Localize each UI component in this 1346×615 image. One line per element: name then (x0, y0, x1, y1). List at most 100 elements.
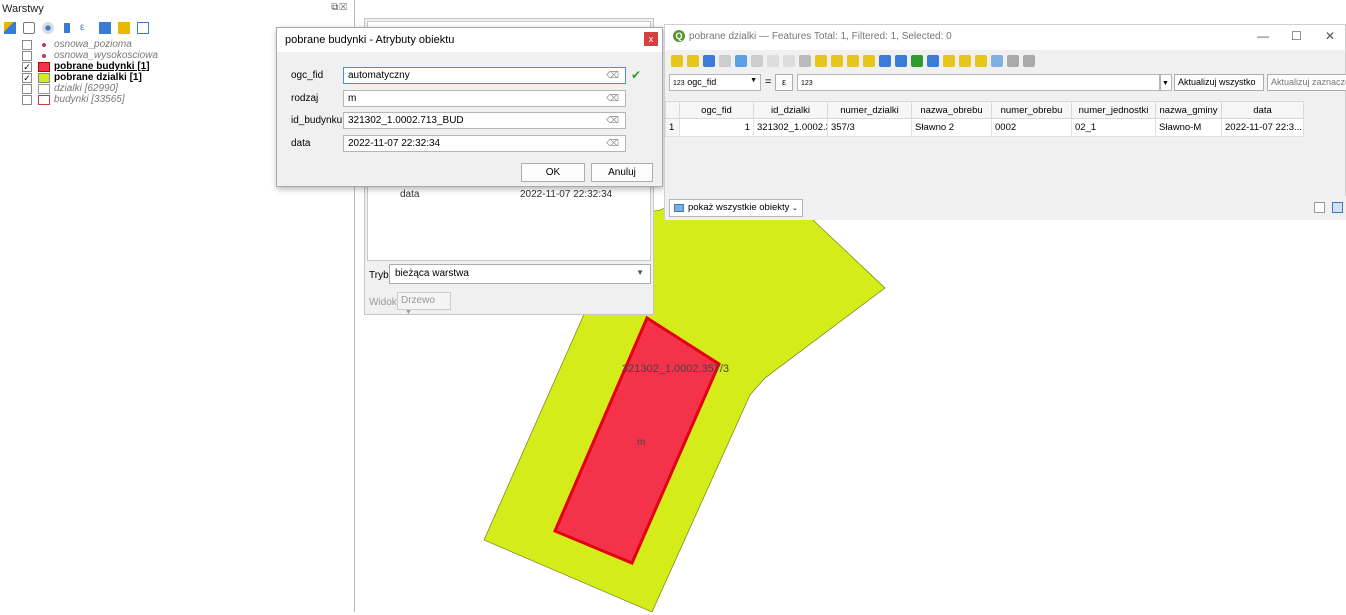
table-cell[interactable]: Sławno-M (1155, 118, 1222, 137)
layer-visibility-checkbox[interactable]: ✓ (22, 61, 32, 72)
filter-funnel-icon[interactable] (61, 22, 73, 34)
table-cell[interactable]: 357/3 (827, 118, 912, 137)
edit-pencil-icon (38, 61, 50, 72)
update-all-button[interactable]: Aktualizuj wszystko (1174, 74, 1264, 91)
invert-selection-icon[interactable] (847, 55, 859, 67)
layer-visibility-checkbox[interactable] (22, 94, 32, 105)
table-cell[interactable]: Sławno 2 (911, 118, 992, 137)
window-title: pobrane dzialki — Features Total: 1, Fil… (689, 31, 952, 42)
ogc-fid-input[interactable]: automatyczny ⌫ (343, 67, 626, 84)
form-view-icon[interactable] (1314, 202, 1325, 213)
add-group-icon[interactable] (23, 22, 35, 34)
expression-filter-icon[interactable]: ε (80, 22, 92, 34)
style-brush-icon[interactable] (4, 22, 16, 34)
row-header[interactable]: 1 (665, 118, 680, 137)
add-feature-icon[interactable] (735, 55, 747, 67)
clear-field-icon[interactable]: ⌫ (606, 138, 619, 149)
minimize-icon[interactable]: — (1257, 29, 1269, 43)
rodzaj-input[interactable]: m ⌫ (343, 90, 626, 107)
column-header[interactable]: numer_dzialki (827, 101, 912, 119)
data-input[interactable]: 2022-11-07 22:32:34 ⌫ (343, 135, 626, 152)
filter-selected-icon[interactable] (879, 55, 891, 67)
table-cell[interactable]: 02_1 (1071, 118, 1156, 137)
identify-field-label: data (400, 189, 420, 200)
expression-dropdown[interactable]: ▼ (1160, 74, 1172, 91)
view-select[interactable]: Drzewo ▼ (397, 292, 451, 316)
column-header[interactable]: ogc_fid (679, 101, 754, 119)
field-calculator-icon[interactable] (975, 55, 987, 67)
attribute-table-toolbar (665, 50, 1345, 72)
table-cell[interactable]: 1 (679, 118, 754, 137)
layer-name: budynki [33565] (54, 94, 125, 105)
cut-icon[interactable] (767, 55, 779, 67)
id-budynku-input[interactable]: 321302_1.0002.713_BUD ⌫ (343, 112, 626, 129)
table-cell[interactable]: 321302_1.0002.3... (753, 118, 828, 137)
field-row-id-budynku: id_budynku 321302_1.0002.713_BUD ⌫ (291, 112, 651, 130)
column-header[interactable]: data (1221, 101, 1304, 119)
table-cell[interactable]: 0002 (991, 118, 1072, 137)
field-calculator-bar: 123 ogc_fid ▼ = ε 123 ▼ Aktualizuj wszys… (665, 72, 1346, 94)
column-header[interactable]: numer_jednostki (1071, 101, 1156, 119)
conditional-formatting-icon[interactable] (991, 55, 1003, 67)
expand-all-icon[interactable] (99, 22, 111, 34)
layer-visibility-checkbox[interactable] (22, 83, 32, 94)
layer-name: pobrane dzialki [1] (54, 72, 142, 83)
chevron-down-icon: ⌄ (792, 205, 798, 212)
ok-button[interactable]: OK (521, 163, 585, 182)
select-all-icon[interactable] (831, 55, 843, 67)
new-field-icon[interactable] (943, 55, 955, 67)
cancel-button[interactable]: Anuluj (591, 163, 653, 182)
maximize-icon[interactable]: ☐ (1291, 29, 1302, 43)
delete-field-icon[interactable] (959, 55, 971, 67)
point-symbol-icon (38, 39, 50, 50)
collapse-all-icon[interactable] (118, 22, 130, 34)
reload-icon[interactable] (719, 55, 731, 67)
show-all-features-button[interactable]: pokaż wszystkie obiekty ⌄ (669, 199, 803, 217)
update-selected-button[interactable]: Aktualizuj zaznaczone (1267, 74, 1346, 91)
expression-button[interactable]: ε (775, 74, 793, 91)
column-header[interactable]: nazwa_gminy (1155, 101, 1222, 119)
layer-visibility-checkbox[interactable]: ✓ (22, 72, 32, 83)
remove-layer-icon[interactable] (137, 22, 149, 34)
zoom-to-selected-icon[interactable] (927, 55, 939, 67)
close-icon[interactable]: ✕ (1325, 29, 1335, 43)
save-edits-icon[interactable] (703, 55, 715, 67)
layer-name: pobrane budynki [1] (54, 61, 150, 72)
select-by-expression-icon[interactable] (815, 55, 827, 67)
panel-float-close-icons[interactable]: ⧉☒ (331, 2, 348, 13)
visibility-eye-icon[interactable] (42, 22, 54, 34)
layer-name: osnowa_wysokosciowa (54, 50, 158, 61)
field-label: id_budynku (291, 115, 343, 126)
delete-feature-icon[interactable] (751, 55, 763, 67)
clear-field-icon[interactable]: ⌫ (606, 70, 619, 81)
edit-pencil-icon (38, 72, 50, 83)
table-row[interactable]: 11321302_1.0002.3...357/3Sławno 2000202_… (665, 118, 1304, 137)
feature-attributes-dialog: pobrane budynki - Atrybuty obiektu x ogc… (276, 27, 663, 187)
layer-name: dzialki [62990] (54, 83, 118, 94)
expression-input[interactable]: 123 (797, 74, 1160, 91)
copy-icon[interactable] (783, 55, 795, 67)
field-row-data: data 2022-11-07 22:32:34 ⌫ (291, 135, 651, 153)
dock-icon[interactable] (1023, 55, 1035, 67)
multi-edit-icon[interactable] (687, 55, 699, 67)
table-cell[interactable]: 2022-11-07 22:3... (1221, 118, 1304, 137)
pan-to-selected-icon[interactable] (911, 55, 923, 67)
table-view-icon[interactable] (1332, 202, 1343, 213)
clear-field-icon[interactable]: ⌫ (606, 93, 619, 104)
column-header[interactable]: id_dzialki (753, 101, 828, 119)
column-header[interactable]: numer_obrebu (991, 101, 1072, 119)
grid-corner[interactable] (665, 101, 680, 119)
field-select[interactable]: 123 ogc_fid ▼ (669, 74, 761, 91)
clear-field-icon[interactable]: ⌫ (606, 115, 619, 126)
deselect-icon[interactable] (863, 55, 875, 67)
close-icon[interactable]: x (644, 32, 658, 46)
actions-icon[interactable] (1007, 55, 1019, 67)
layer-visibility-checkbox[interactable] (22, 50, 32, 61)
mode-select[interactable]: bieżąca warstwa ▼ (389, 264, 651, 284)
layer-visibility-checkbox[interactable] (22, 39, 32, 50)
paste-icon[interactable] (799, 55, 811, 67)
move-selection-top-icon[interactable] (895, 55, 907, 67)
chevron-down-icon: ▼ (636, 268, 644, 277)
toggle-editing-icon[interactable] (671, 55, 683, 67)
column-header[interactable]: nazwa_obrebu (911, 101, 992, 119)
